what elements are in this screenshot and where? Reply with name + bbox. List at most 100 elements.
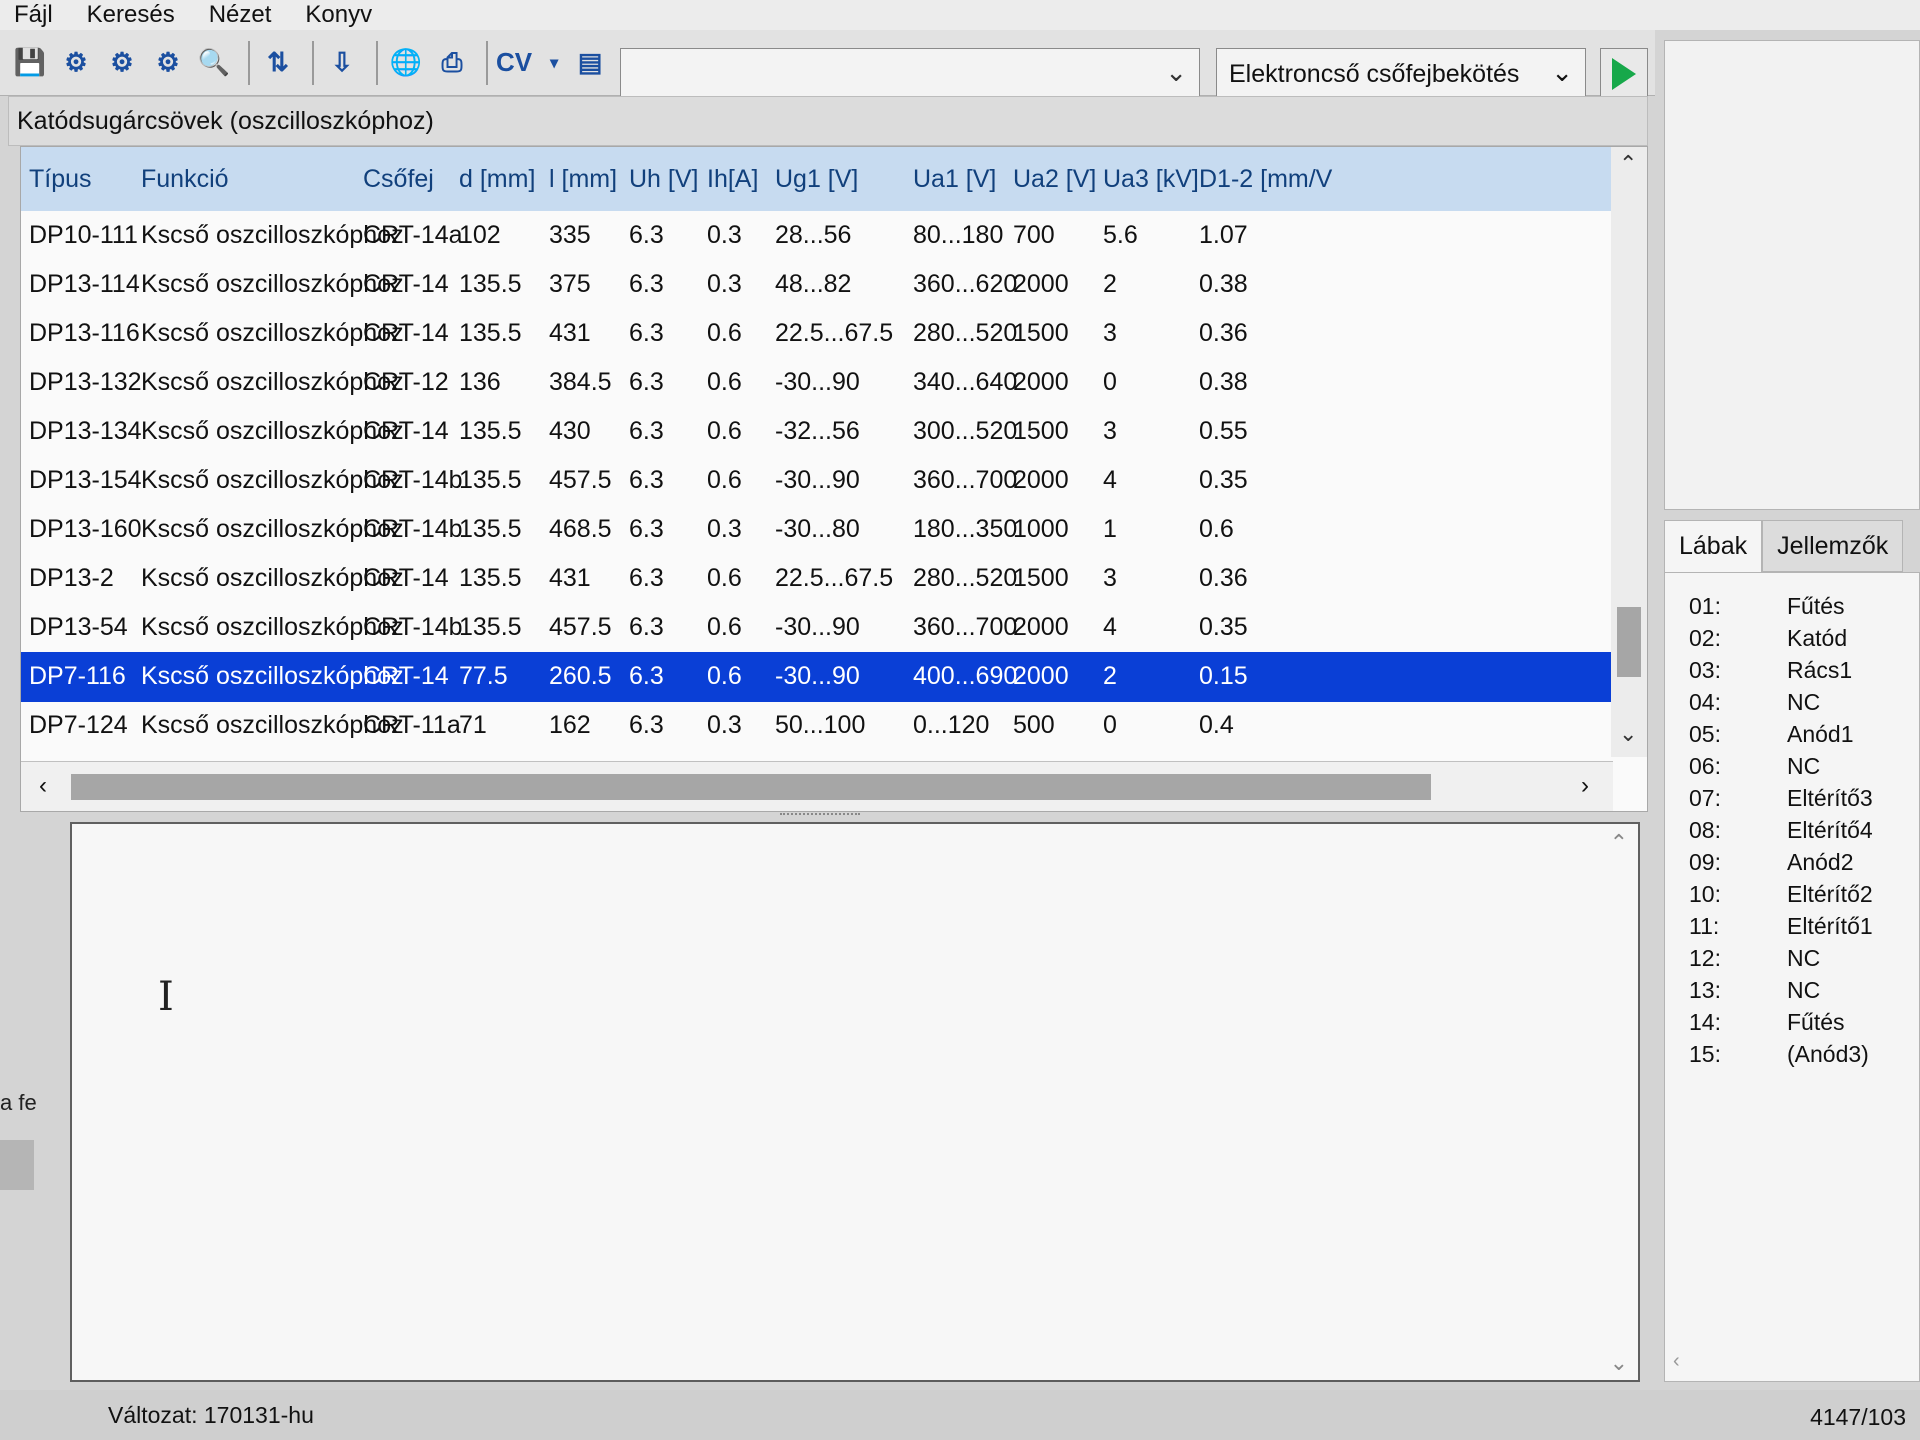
- cell-diameter: 135.5: [459, 270, 522, 298]
- chevron-down-icon: ⌄: [1165, 57, 1187, 87]
- search-pattern-icon[interactable]: ⚙: [56, 43, 96, 83]
- save-icon[interactable]: 💾: [10, 43, 50, 83]
- table-row[interactable]: DP13-160 Kscső oszcilloszkóphoz CRT-14b 135…: [21, 505, 1611, 555]
- column-header-deflection[interactable]: D1-2 [mm/V: [1199, 165, 1332, 194]
- pin-number: 12:: [1689, 945, 1721, 971]
- column-header-ua1[interactable]: Ua1 [V]: [913, 165, 996, 194]
- chevron-down-icon[interactable]: ⌄: [1619, 721, 1637, 747]
- cell-diameter: 136: [459, 368, 501, 396]
- pane-splitter[interactable]: [780, 813, 860, 819]
- cell-socket: CRT-12: [363, 368, 449, 396]
- cv-button[interactable]: CV: [496, 47, 532, 78]
- column-header-type[interactable]: Típus: [29, 165, 92, 194]
- column-header-ua3[interactable]: Ua3 [kV]: [1103, 165, 1199, 194]
- chevron-down-icon[interactable]: ▾: [544, 43, 564, 83]
- chart-icon[interactable]: ▤: [570, 43, 610, 83]
- pin-name: Rács1: [1787, 657, 1853, 683]
- pin-name: Anód2: [1787, 849, 1854, 875]
- table-row[interactable]: DP13-114 Kscső oszcilloszkóphoz CRT-14 135.…: [21, 260, 1611, 310]
- cell-ua3: 4: [1103, 613, 1117, 641]
- cell-uh: 6.3: [629, 564, 664, 592]
- pin-name: NC: [1787, 977, 1821, 1003]
- chevron-left-icon[interactable]: ‹: [1673, 1350, 1680, 1373]
- cell-diameter: 71: [459, 711, 487, 739]
- print-icon[interactable]: ⎙: [432, 43, 472, 83]
- cell-ua3: 4: [1103, 466, 1117, 494]
- search-pattern-icon[interactable]: ⚙: [148, 43, 188, 83]
- export-icon[interactable]: ⇩: [322, 43, 362, 83]
- table-row[interactable]: DP13-116 Kscső oszcilloszkóphoz CRT-14 135.…: [21, 309, 1611, 359]
- view-mode-dropdown[interactable]: Elektroncső csőfejbekötés ⌄: [1216, 48, 1586, 100]
- cell-length: 468.5: [549, 515, 612, 543]
- column-header-uh[interactable]: Uh [V]: [629, 165, 698, 194]
- scrollbar-thumb[interactable]: [71, 774, 1431, 800]
- menu-search[interactable]: Keresés: [87, 1, 175, 29]
- menu-bar: Fájl Keresés Nézet Konyv: [0, 0, 1920, 30]
- menu-file[interactable]: Fájl: [14, 1, 53, 29]
- scrollbar-thumb[interactable]: [1617, 607, 1641, 677]
- pin-number: 01:: [1689, 593, 1721, 619]
- cell-ua1: 80...180: [913, 221, 1004, 249]
- column-header-function[interactable]: Funkció: [141, 165, 229, 194]
- cell-ua2: 1500: [1013, 564, 1069, 592]
- cell-deflection: 0.6: [1199, 515, 1234, 543]
- horizontal-scrollbar[interactable]: ‹ ›: [21, 761, 1613, 811]
- pin-item: 05: Anód1: [1665, 721, 1920, 753]
- chevron-down-icon: ⌄: [1551, 57, 1573, 87]
- column-header-ua2[interactable]: Ua2 [V]: [1013, 165, 1096, 194]
- column-header-ih[interactable]: Ih[A]: [707, 165, 758, 194]
- pin-item: 14: Fűtés: [1665, 1009, 1920, 1041]
- tab-properties[interactable]: Jellemzők: [1762, 520, 1904, 572]
- pin-item: 09: Anód2: [1665, 849, 1920, 881]
- cell-deflection: 0.55: [1199, 417, 1248, 445]
- table-row[interactable]: DP7-124 Kscső oszcilloszkóphoz CRT-11a 71 16…: [21, 701, 1611, 751]
- chevron-right-icon[interactable]: ›: [1581, 772, 1589, 800]
- details-pane[interactable]: ⌃ I ⌄: [70, 822, 1640, 1382]
- cell-ih: 0.6: [707, 662, 742, 690]
- magnifier-icon[interactable]: 🔍: [194, 43, 234, 83]
- cell-deflection: 1.07: [1199, 221, 1248, 249]
- table-row[interactable]: DP13-132 Kscső oszcilloszkóphoz CRT-12 136 3…: [21, 358, 1611, 408]
- column-header-diameter[interactable]: d [mm]: [459, 165, 535, 194]
- table-row[interactable]: DP13-2 Kscső oszcilloszkóphoz CRT-14 135.5 4…: [21, 554, 1611, 604]
- cell-length: 162: [549, 711, 591, 739]
- chevron-down-icon[interactable]: ⌄: [1610, 1350, 1628, 1376]
- chevron-up-icon[interactable]: ⌃: [1619, 151, 1637, 177]
- sort-icon[interactable]: ⇅: [258, 43, 298, 83]
- cell-ug1: 22.5...67.5: [775, 319, 894, 347]
- run-button[interactable]: [1600, 48, 1648, 100]
- menu-view[interactable]: Nézet: [209, 1, 272, 29]
- table-row[interactable]: DP7-116 Kscső oszcilloszkóphoz CRT-14 77.5 2…: [21, 652, 1611, 702]
- table-row[interactable]: DP13-54 Kscső oszcilloszkóphoz CRT-14b 135.…: [21, 603, 1611, 653]
- tab-pins[interactable]: Lábak: [1664, 520, 1763, 572]
- menu-book[interactable]: Konyv: [305, 1, 372, 29]
- table-row[interactable]: DP13-154 Kscső oszcilloszkóphoz CRT-14b 135…: [21, 456, 1611, 506]
- pin-number: 06:: [1689, 753, 1721, 779]
- vertical-scrollbar[interactable]: ⌃ ⌄: [1611, 147, 1647, 757]
- column-header-socket[interactable]: Csőfej: [363, 165, 434, 194]
- pin-name: Katód: [1787, 625, 1848, 651]
- filter-dropdown[interactable]: ⌄: [620, 48, 1200, 100]
- cell-ih: 0.6: [707, 319, 742, 347]
- column-header-length[interactable]: l [mm]: [549, 165, 617, 194]
- cell-ug1: -30...90: [775, 466, 860, 494]
- pin-item: 06: NC: [1665, 753, 1920, 785]
- cell-uh: 6.3: [629, 319, 664, 347]
- cell-uh: 6.3: [629, 662, 664, 690]
- search-pattern-icon[interactable]: ⚙: [102, 43, 142, 83]
- table-row[interactable]: DP10-111 Kscső oszcilloszkóphoz CRT-14a 102…: [21, 211, 1611, 261]
- cell-deflection: 0.35: [1199, 613, 1248, 641]
- cell-ua1: 0...120: [913, 711, 990, 739]
- tube-table[interactable]: Típus Funkció Csőfej d [mm] l [mm] Uh [V] Ih[A…: [20, 146, 1648, 812]
- chevron-up-icon[interactable]: ⌃: [1610, 830, 1628, 856]
- column-header-ug1[interactable]: Ug1 [V]: [775, 165, 858, 194]
- chevron-left-icon[interactable]: ‹: [39, 772, 47, 800]
- cell-diameter: 135.5: [459, 613, 522, 641]
- cell-ua1: 280...520: [913, 564, 1018, 592]
- cell-deflection: 0.38: [1199, 270, 1248, 298]
- globe-icon[interactable]: 🌐: [386, 43, 426, 83]
- table-row[interactable]: DP13-134 Kscső oszcilloszkóphoz CRT-14 135.…: [21, 407, 1611, 457]
- cell-type: DP13-134: [29, 417, 142, 445]
- cell-ua1: 340...640: [913, 368, 1018, 396]
- tube-image-panel: [1664, 40, 1920, 510]
